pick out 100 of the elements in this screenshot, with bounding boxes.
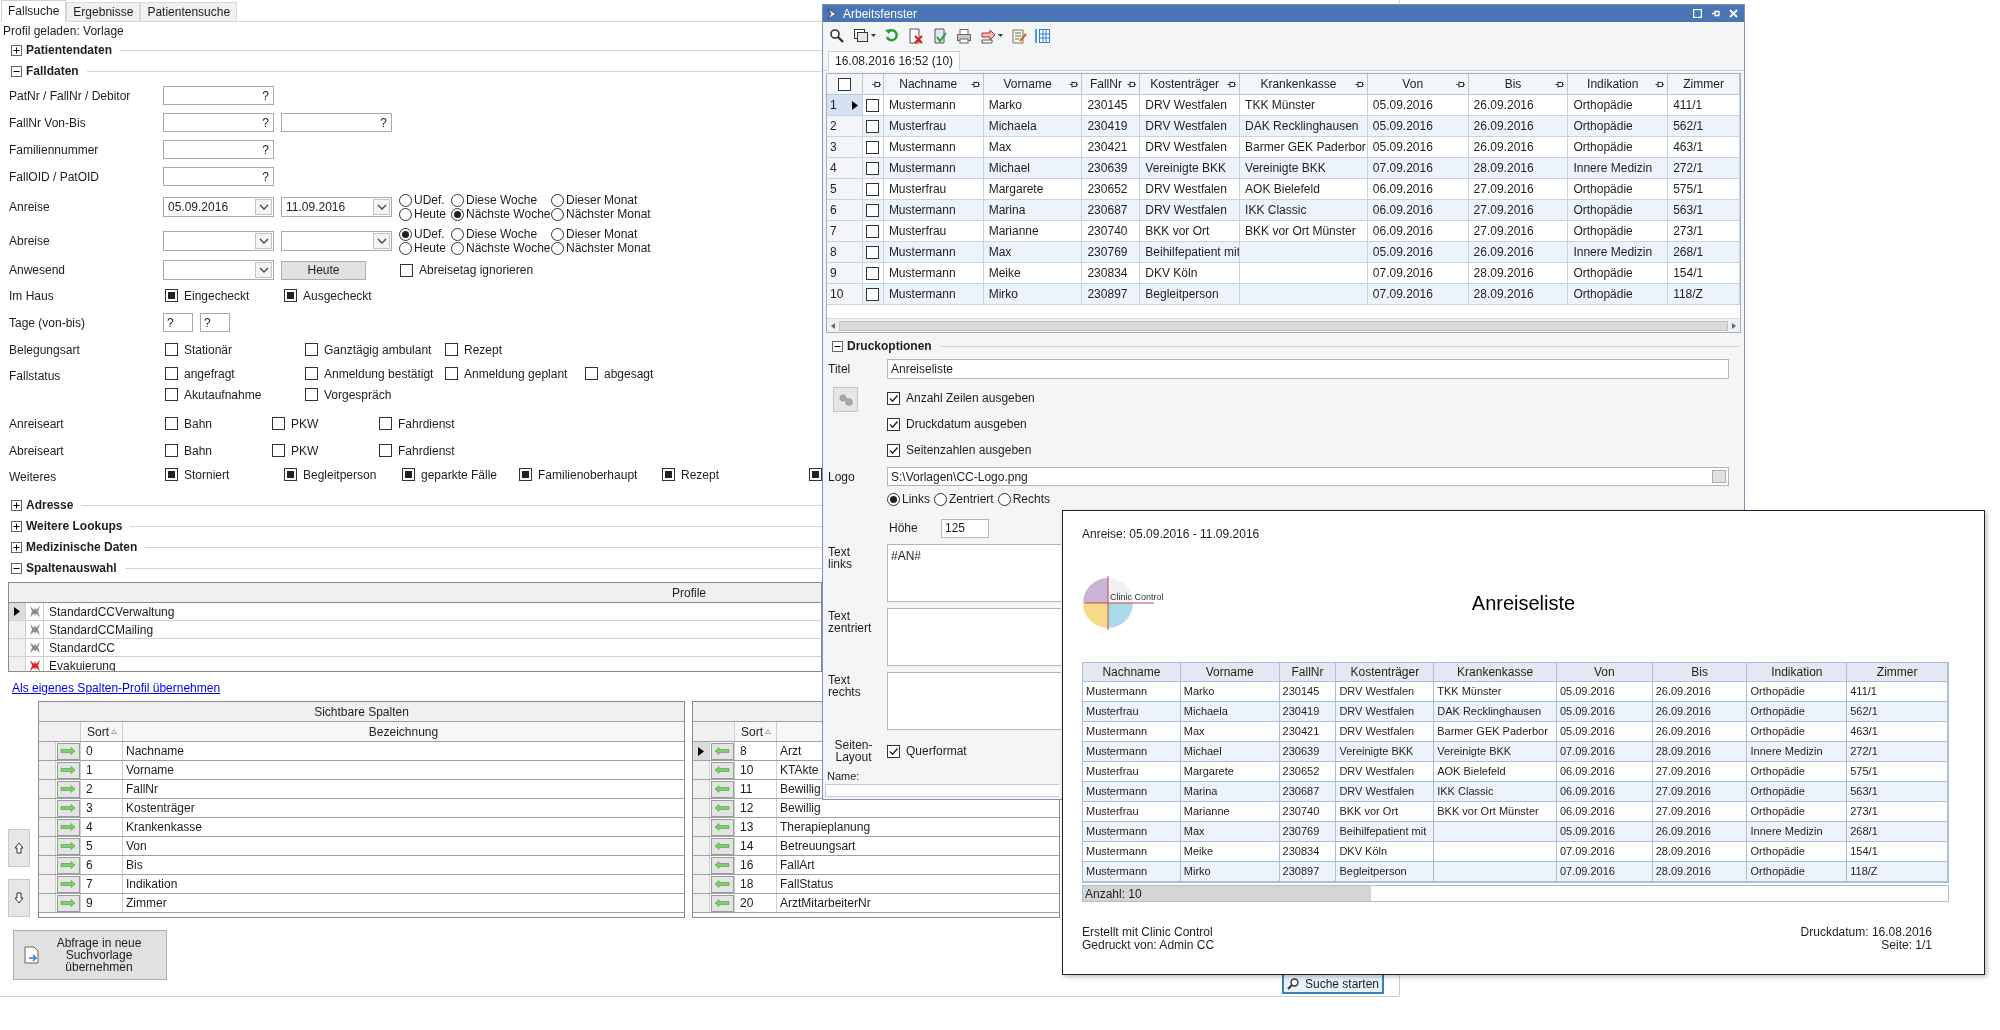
radio-button[interactable]	[551, 227, 564, 241]
checkbox[interactable]	[165, 367, 178, 380]
dropdown-button[interactable]	[373, 199, 390, 215]
export-icon[interactable]	[980, 27, 996, 44]
table-row[interactable]: 8 Mustermann Max 230769 Beihilfepatient mit 05.09.2016 26.09.2016 Innere Medizin 268/1	[827, 242, 1740, 263]
checkbox[interactable]	[165, 343, 178, 356]
move-right-button[interactable]	[56, 837, 80, 855]
checkbox[interactable]	[662, 468, 675, 481]
checkbox[interactable]	[379, 417, 392, 430]
input-field[interactable]: S:\Vorlagen\CC-Logo.png	[887, 467, 1729, 486]
date-dropdown[interactable]: 11.09.2016	[281, 197, 392, 217]
maximize-icon[interactable]	[1693, 9, 1702, 18]
refresh-icon[interactable]	[884, 27, 900, 44]
row-header[interactable]: 1	[827, 95, 863, 115]
row-header[interactable]: 8	[827, 242, 863, 262]
checkbox[interactable]	[165, 388, 178, 401]
move-right-button[interactable]	[56, 780, 80, 798]
checkbox[interactable]	[809, 468, 822, 481]
expand-icon[interactable]	[11, 541, 22, 553]
window-icon[interactable]	[853, 27, 869, 44]
checkbox[interactable]	[887, 744, 900, 758]
expand-icon[interactable]	[11, 520, 22, 532]
scroll-right-icon[interactable]	[1730, 321, 1738, 330]
column-header[interactable]: Indikation	[1568, 74, 1669, 94]
table-row[interactable]: 7 Musterfrau Marianne 230740 BKK vor Ort BKK vor Ort Münster 06.09.2016 27.09.2016 Orthopädie 273/1	[827, 221, 1740, 242]
checkbox[interactable]	[866, 287, 880, 301]
column-header[interactable]: Krankenkasse	[1240, 74, 1368, 94]
row-header[interactable]: 9	[827, 263, 863, 283]
checkbox[interactable]	[837, 77, 851, 91]
move-left-button[interactable]	[710, 856, 734, 874]
checkbox[interactable]	[305, 388, 318, 401]
table-row[interactable]: 10 Mustermann Mirko 230897 Begleitperson 07.09.2016 28.09.2016 Orthopädie 118/Z	[827, 284, 1740, 305]
pin-icon[interactable]	[1655, 80, 1665, 89]
scroll-thumb[interactable]	[839, 320, 1728, 331]
close-icon[interactable]	[1729, 9, 1738, 18]
radio-button[interactable]	[451, 207, 464, 221]
move-right-button[interactable]	[56, 894, 80, 912]
collapse-icon[interactable]	[11, 65, 22, 77]
checkbox[interactable]	[585, 367, 598, 380]
checkbox[interactable]	[400, 263, 413, 277]
pin-icon[interactable]	[1227, 80, 1237, 89]
apply-button[interactable]: Abfrage in neue Suchvorlage übernehmen	[13, 930, 167, 980]
radio-button[interactable]	[934, 492, 947, 506]
input-field[interactable]: ?	[163, 167, 274, 186]
radio-button[interactable]	[887, 492, 900, 506]
table-row[interactable]: 9 Mustermann Meike 230834 DKV Köln 07.09.2016 28.09.2016 Orthopädie 154/1	[827, 263, 1740, 284]
input-field[interactable]	[825, 784, 1059, 797]
edit-icon[interactable]	[1011, 27, 1027, 44]
checkbox[interactable]	[445, 367, 458, 380]
move-left-button[interactable]	[710, 875, 734, 893]
checkbox[interactable]	[887, 391, 900, 405]
input-field[interactable]: ?	[200, 313, 230, 332]
column-header[interactable]: Sort	[81, 722, 123, 741]
search-icon[interactable]	[829, 27, 845, 44]
row-header[interactable]: 2	[827, 116, 863, 136]
checkbox[interactable]	[165, 417, 178, 430]
column-header[interactable]: Von	[1367, 74, 1469, 94]
radio-button[interactable]	[451, 193, 464, 207]
checkbox[interactable]	[866, 224, 880, 238]
row-header[interactable]: 6	[827, 200, 863, 220]
move-left-button[interactable]	[710, 799, 734, 817]
row-header[interactable]	[693, 742, 710, 760]
columns-icon[interactable]	[1035, 27, 1051, 44]
checkbox[interactable]	[866, 119, 880, 133]
date-dropdown[interactable]: 05.09.2016	[163, 197, 274, 217]
search-button[interactable]: Suche starten	[1282, 975, 1384, 994]
radio-button[interactable]	[451, 227, 464, 241]
move-right-button[interactable]	[56, 818, 80, 836]
collapse-icon[interactable]	[11, 562, 22, 574]
input-field[interactable]: ?	[163, 113, 274, 132]
checkbox[interactable]	[272, 444, 285, 457]
input-field[interactable]: ?	[281, 113, 392, 132]
input-field[interactable]: ?	[163, 313, 193, 332]
row-header[interactable]: 4	[827, 158, 863, 178]
table-row[interactable]: 6 Mustermann Marina 230687 DRV Westfalen IKK Classic 06.09.2016 27.09.2016 Orthopädie 563/1	[827, 200, 1740, 221]
column-header[interactable]: Nachname	[883, 74, 984, 94]
checkbox[interactable]	[866, 140, 880, 154]
checkbox[interactable]	[887, 417, 900, 431]
pin-icon[interactable]	[871, 79, 881, 89]
input-field[interactable]: ?	[163, 86, 274, 105]
move-right-button[interactable]	[56, 742, 80, 760]
collapse-icon[interactable]	[832, 340, 843, 352]
radio-button[interactable]	[551, 193, 564, 207]
checkbox[interactable]	[866, 161, 880, 175]
checkbox[interactable]	[866, 98, 880, 112]
checkbox[interactable]	[866, 245, 880, 259]
dropdown-button[interactable]	[373, 233, 390, 249]
link[interactable]: Als eigenes Spalten-Profil übernehmen	[12, 678, 221, 697]
input-field[interactable]: 125	[941, 518, 989, 538]
row-header[interactable]: 10	[827, 284, 863, 304]
table-row[interactable]: 3 Mustermann Max 230421 DRV Westfalen Barmer GEK Paderbor 05.09.2016 26.09.2016 Orthopädie 463/1	[827, 137, 1740, 158]
checkbox[interactable]	[165, 444, 178, 457]
row-header[interactable]	[9, 603, 26, 620]
row-header[interactable]: 3	[827, 137, 863, 157]
expand-icon[interactable]	[11, 499, 22, 511]
radio-button[interactable]	[399, 241, 412, 255]
column-header[interactable]: Profile	[672, 583, 706, 602]
checkbox[interactable]	[887, 443, 900, 457]
column-header[interactable]: Vorname	[983, 74, 1083, 94]
column-header[interactable]: Bis	[1468, 74, 1569, 94]
